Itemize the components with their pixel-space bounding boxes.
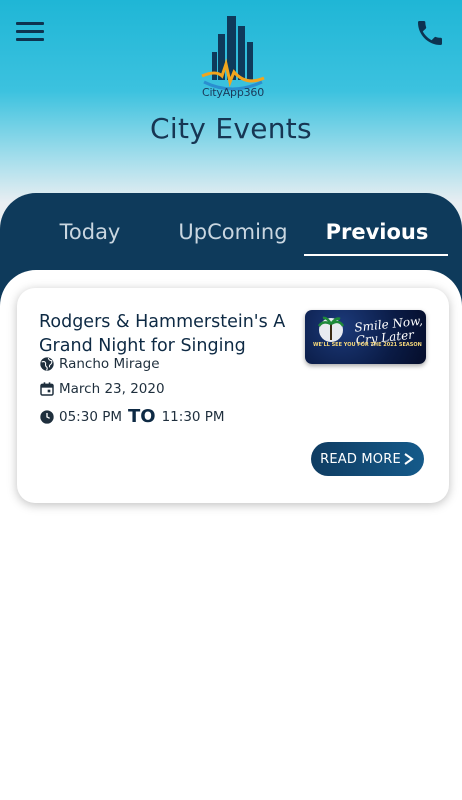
globe-icon: [40, 357, 54, 371]
calendar-icon: [40, 382, 54, 396]
event-location: Rancho Mirage: [59, 356, 160, 372]
event-end-time: 11:30 PM: [161, 408, 225, 425]
chevron-right-icon: [404, 453, 414, 465]
tab-today[interactable]: Today: [40, 220, 140, 244]
event-location-row: Rancho Mirage: [39, 356, 160, 372]
logo-text: CityApp360: [201, 86, 265, 99]
read-more-label: READ MORE: [320, 451, 401, 467]
event-date: March 23, 2020: [59, 381, 165, 397]
hamburger-menu-icon[interactable]: [16, 22, 44, 46]
clock-icon: [40, 409, 54, 424]
event-card[interactable]: Rodgers & Hammerstein's A Grand Night fo…: [17, 288, 449, 503]
event-title: Rodgers & Hammerstein's A Grand Night fo…: [39, 312, 286, 356]
tab-previous[interactable]: Previous: [306, 220, 448, 244]
read-more-button[interactable]: READ MORE: [311, 442, 424, 476]
event-start-time: 05:30 PM: [59, 408, 122, 425]
thumbnail-tagline: WE'LL SEE YOU FOR THE 2021 SEASON: [313, 342, 422, 348]
page-title: City Events: [150, 112, 312, 145]
active-tab-indicator: [304, 254, 448, 256]
phone-icon[interactable]: [414, 16, 446, 50]
event-time-row: 05:30 PM TO 11:30 PM: [39, 406, 225, 427]
tab-upcoming[interactable]: UpComing: [166, 220, 300, 244]
event-thumbnail[interactable]: Smile Now, Cry Later WE'LL SEE YOU FOR T…: [305, 310, 426, 364]
time-separator: TO: [128, 406, 156, 427]
event-date-row: March 23, 2020: [39, 381, 165, 397]
palm-tree-icon: [317, 316, 345, 342]
